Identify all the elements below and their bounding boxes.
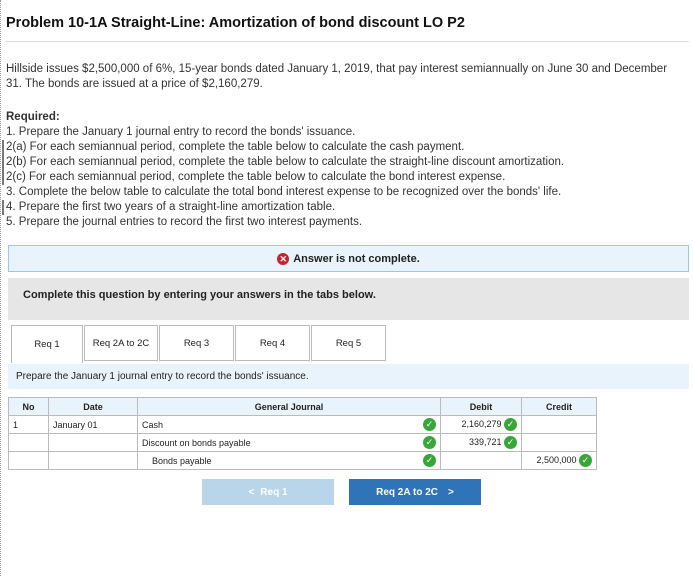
row-credit[interactable]: 2,500,000 ✓	[521, 451, 597, 470]
requirement-1: 1. Prepare the January 1 journal entry t…	[6, 126, 356, 138]
check-icon: ✓	[423, 454, 436, 467]
next-button[interactable]: Req 2A to 2C >	[349, 479, 481, 505]
row-account[interactable]: Cash ✓	[137, 415, 441, 434]
chevron-right-icon: >	[448, 486, 454, 498]
prev-button[interactable]: < Req 1	[202, 479, 334, 505]
header-no: No	[8, 397, 49, 416]
row-date[interactable]	[48, 433, 138, 452]
requirement-4: 4. Prepare the first two years of a stra…	[2, 200, 682, 215]
next-button-label: Req 2A to 2C	[376, 486, 439, 498]
date-value: January 01	[53, 419, 98, 430]
banner-text: Answer is not complete.	[293, 252, 420, 265]
tab-req-5[interactable]: Req 5	[311, 325, 386, 361]
tab-prompt: Prepare the January 1 journal entry to r…	[8, 364, 689, 389]
chevron-left-icon: <	[248, 486, 255, 498]
journal-header-row: No Date General Journal Debit Credit	[8, 397, 597, 416]
row-no: 1	[8, 415, 49, 434]
account-value: Cash	[142, 419, 164, 430]
header-debit: Debit	[440, 397, 522, 416]
debit-value: 2,160,279	[461, 418, 502, 429]
requirement-2b: 2(b) For each semiannual period, complet…	[2, 155, 682, 170]
row-debit[interactable]: 339,721 ✓	[440, 433, 522, 452]
account-value: Bonds payable	[152, 455, 212, 466]
requirement-3: 3. Complete the below table to calculate…	[6, 186, 562, 198]
account-value: Discount on bonds payable	[142, 437, 251, 448]
journal-table: No Date General Journal Debit Credit 1 J…	[8, 397, 597, 470]
header-general-journal: General Journal	[137, 397, 441, 416]
row-no	[8, 451, 49, 470]
instruction-panel: Complete this question by entering your …	[8, 278, 689, 320]
check-icon: ✓	[423, 436, 436, 449]
header-date: Date	[48, 397, 138, 416]
credit-value: 2,500,000	[536, 454, 577, 465]
row-account[interactable]: Discount on bonds payable ✓	[137, 433, 441, 452]
tab-req-1[interactable]: Req 1	[11, 325, 83, 363]
header-credit: Credit	[521, 397, 597, 416]
tab-req-4[interactable]: Req 4	[235, 325, 310, 361]
instruction-text: Complete this question by entering your …	[23, 289, 376, 301]
row-credit[interactable]	[521, 415, 597, 434]
row-date[interactable]: January 01	[48, 415, 138, 434]
required-label: Required:	[6, 111, 60, 123]
divider	[6, 41, 689, 42]
table-row: 1 January 01 Cash ✓ 2,160,279 ✓	[8, 415, 597, 434]
check-icon: ✓	[504, 418, 517, 431]
row-debit[interactable]	[440, 451, 522, 470]
problem-intro: Hillside issues $2,500,000 of 6%, 15-yea…	[6, 63, 668, 90]
row-date[interactable]	[48, 451, 138, 470]
answer-status-banner: ✕ Answer is not complete.	[8, 245, 689, 272]
prev-button-label: Req 1	[260, 486, 288, 498]
table-row: Bonds payable ✓ 2,500,000 ✓	[8, 451, 597, 470]
row-credit[interactable]	[521, 433, 597, 452]
requirement-5: 5. Prepare the journal entries to record…	[6, 216, 363, 228]
tab-req-2a-to-2c[interactable]: Req 2A to 2C	[84, 325, 158, 361]
left-dotted-border	[0, 0, 1, 576]
check-icon: ✓	[423, 418, 436, 431]
check-icon: ✓	[504, 436, 517, 449]
requirement-tabs: Req 1 Req 2A to 2C Req 3 Req 4 Req 5	[11, 325, 387, 363]
requirement-2c: 2(c) For each semiannual period, complet…	[2, 170, 682, 185]
x-circle-icon: ✕	[277, 252, 290, 265]
requirement-2a: 2(a) For each semiannual period, complet…	[2, 140, 682, 155]
requirements-block: Required: 1. Prepare the January 1 journ…	[2, 110, 682, 230]
debit-value: 339,721	[468, 436, 502, 447]
table-row: Discount on bonds payable ✓ 339,721 ✓	[8, 433, 597, 452]
row-account[interactable]: Bonds payable ✓	[137, 451, 441, 470]
row-no	[8, 433, 49, 452]
tab-req-3[interactable]: Req 3	[159, 325, 234, 361]
check-icon: ✓	[579, 454, 592, 467]
row-debit[interactable]: 2,160,279 ✓	[440, 415, 522, 434]
problem-title: Problem 10-1A Straight-Line: Amortizatio…	[6, 15, 465, 31]
